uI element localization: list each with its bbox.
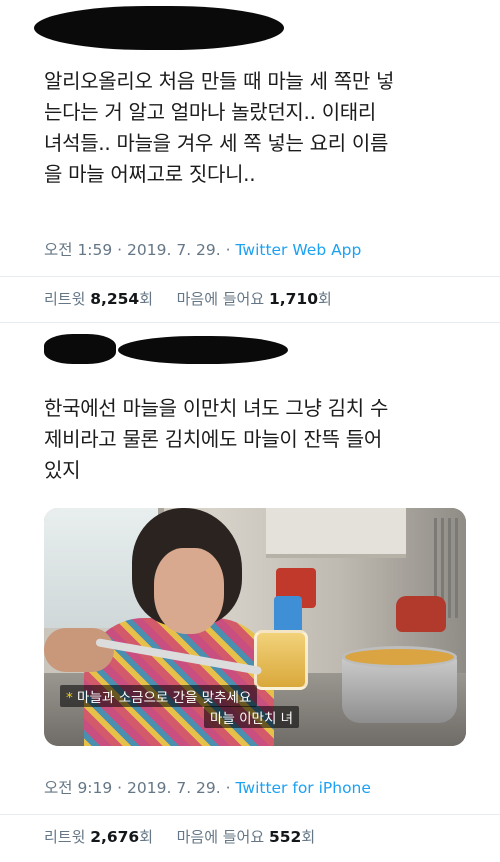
like-count[interactable]: 552 — [269, 828, 301, 846]
cabinet — [266, 508, 406, 558]
count-suffix: 회 — [139, 290, 154, 308]
tweet-1-stats: 리트윗 8,254회 마음에 들어요 1,710회 — [44, 288, 332, 309]
count-suffix: 회 — [301, 828, 316, 846]
caption-bullet: * — [66, 690, 73, 706]
divider — [0, 276, 500, 277]
tweet-text-line: 녀석들.. 마늘을 겨우 세 쪽 넣는 요리 이름 — [44, 131, 389, 155]
tweet-text-line: 는다는 거 알고 얼마나 놀랐던지.. 이태리 — [44, 100, 377, 124]
caption-text: 마늘 이만치 녀 — [210, 711, 294, 727]
video-caption-2: 마늘 이만치 녀 — [204, 706, 300, 728]
tweet-1-text: 알리오올리오 처음 만들 때 마늘 세 쪽만 넣 는다는 거 알고 얼마나 놀랐… — [44, 66, 474, 190]
redacted-avatar — [44, 334, 116, 364]
like-label[interactable]: 마음에 들어요 — [177, 290, 265, 308]
tweet-text-line: 한국에선 마늘을 이만치 녀도 그냥 김치 수 — [44, 396, 389, 420]
redacted-username — [34, 6, 284, 50]
count-suffix: 회 — [139, 828, 154, 846]
tweet-time: 오전 1:59 · 2019. 7. 29. · — [44, 241, 236, 259]
tweet-media-image[interactable]: * 마늘과 소금으로 간을 맞추세요 마늘 이만치 녀 — [44, 508, 466, 746]
video-caption-1: * 마늘과 소금으로 간을 맞추세요 — [60, 685, 258, 707]
retweet-label[interactable]: 리트윗 — [44, 828, 85, 846]
like-count[interactable]: 1,710 — [269, 290, 318, 308]
tweet-source-link[interactable]: Twitter Web App — [235, 241, 361, 259]
red-pot — [396, 596, 446, 632]
garlic-jar — [254, 630, 308, 690]
tweet-1-timestamp: 오전 1:59 · 2019. 7. 29. · Twitter Web App — [44, 238, 361, 260]
tweet-2-text: 한국에선 마늘을 이만치 녀도 그냥 김치 수 제비라고 물론 김치에도 마늘이… — [44, 393, 474, 486]
blue-bottle — [274, 596, 302, 634]
retweet-count[interactable]: 2,676 — [90, 828, 139, 846]
tweet-text-line: 을 마늘 어쩌고로 짓다니.. — [44, 162, 256, 186]
person-face — [154, 548, 224, 634]
redacted-username — [118, 336, 288, 364]
person-arm — [44, 628, 114, 672]
retweet-count[interactable]: 8,254 — [90, 290, 139, 308]
tweet-text-line: 알리오올리오 처음 만들 때 마늘 세 쪽만 넣 — [44, 69, 395, 93]
pot-soup — [342, 646, 457, 668]
tweet-time: 오전 9:19 · 2019. 7. 29. · — [44, 779, 236, 797]
count-suffix: 회 — [317, 290, 332, 308]
retweet-label[interactable]: 리트윗 — [44, 290, 85, 308]
tweet-2-timestamp: 오전 9:19 · 2019. 7. 29. · Twitter for iPh… — [44, 776, 371, 798]
caption-text: 마늘과 소금으로 간을 맞추세요 — [77, 690, 252, 706]
divider — [0, 322, 500, 323]
like-label[interactable]: 마음에 들어요 — [177, 828, 265, 846]
tweet-source-link[interactable]: Twitter for iPhone — [235, 779, 370, 797]
tweet-2-stats: 리트윗 2,676회 마음에 들어요 552회 — [44, 826, 315, 847]
divider — [0, 814, 500, 815]
tweet-text-line: 있지 — [44, 458, 81, 482]
tweet-text-line: 제비라고 물론 김치에도 마늘이 잔뜩 들어 — [44, 427, 382, 451]
